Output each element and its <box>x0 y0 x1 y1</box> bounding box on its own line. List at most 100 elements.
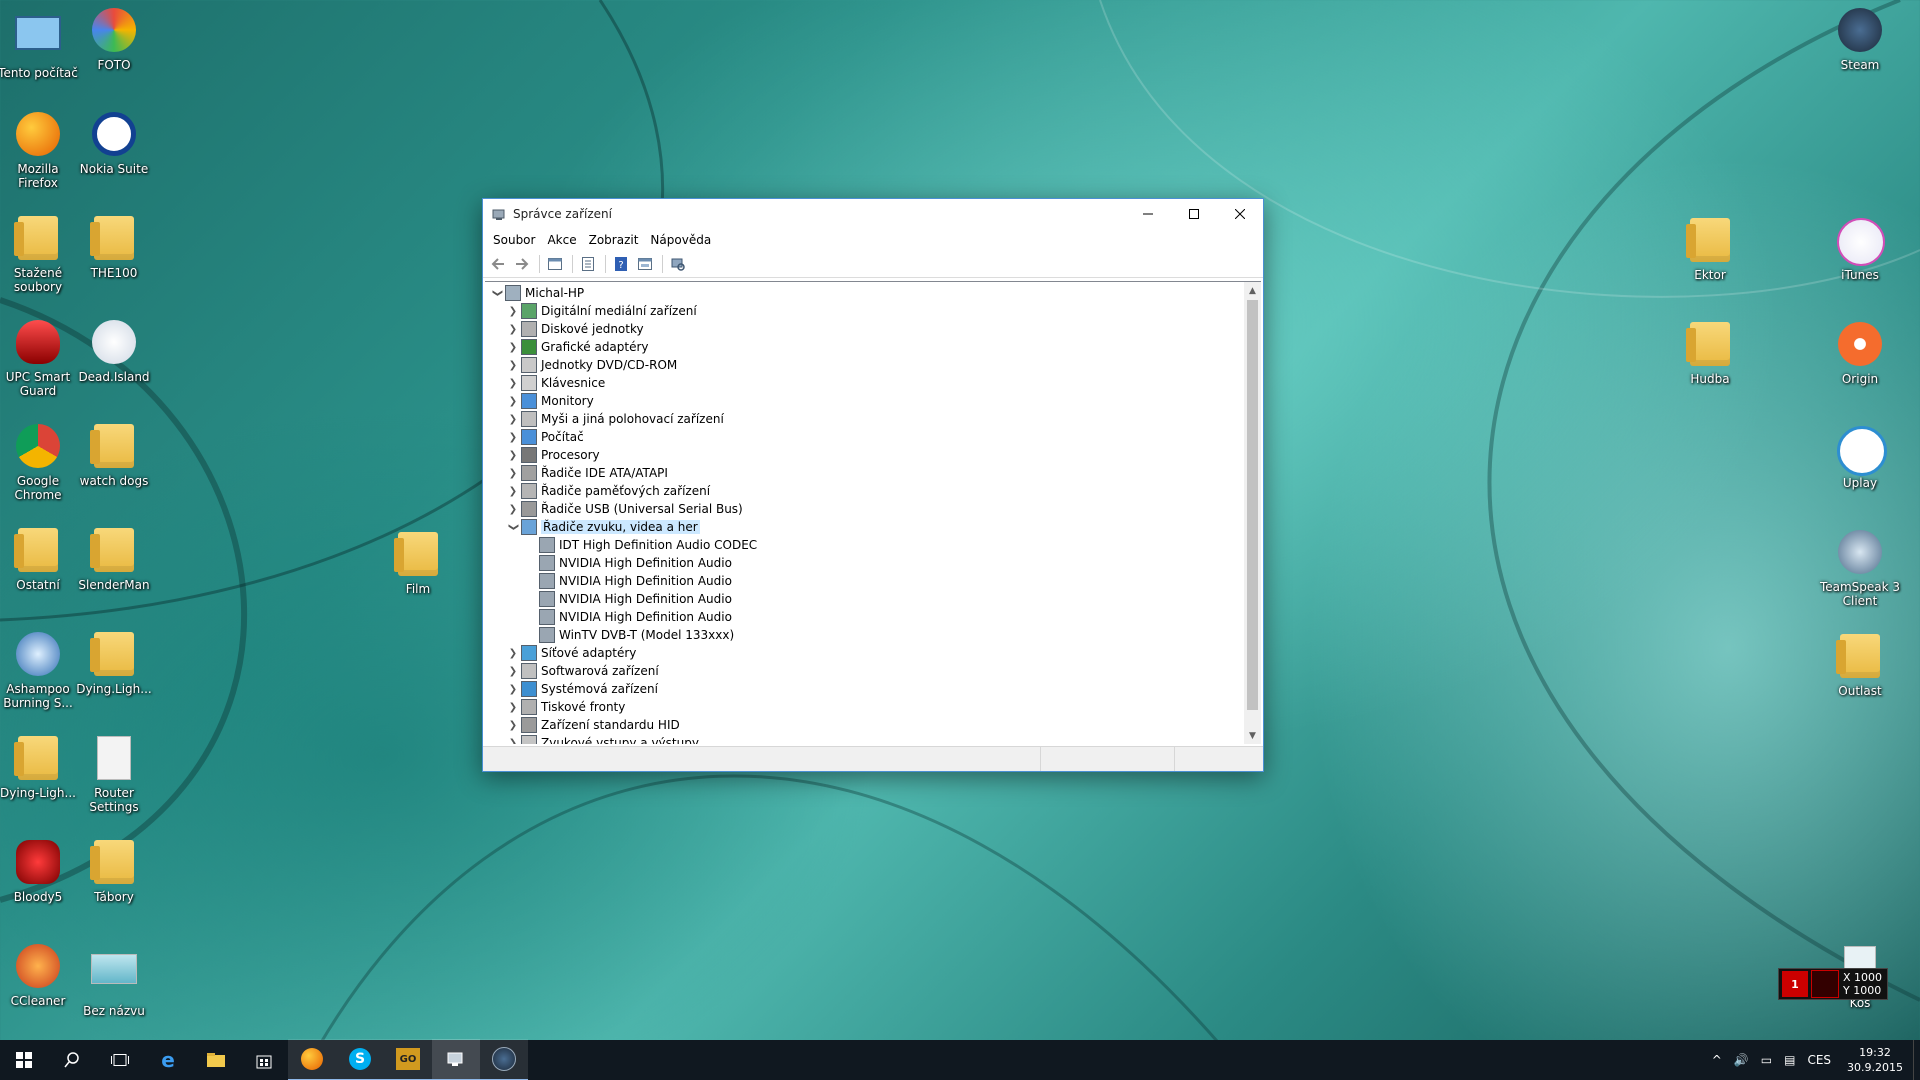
tree-device-item[interactable]: WinTV DVB-T (Model 133xxx) <box>523 626 734 644</box>
tree-category[interactable]: ❯ Jednotky DVD/CD-ROM <box>505 356 677 374</box>
forward-button[interactable] <box>511 253 533 275</box>
taskbar-skype[interactable]: S <box>336 1039 384 1080</box>
tree-device-item[interactable]: IDT High Definition Audio CODEC <box>523 536 757 554</box>
desktop-icon-outlast[interactable]: Outlast <box>1818 634 1902 698</box>
taskbar-store[interactable] <box>240 1040 288 1080</box>
taskbar-device-manager[interactable] <box>432 1039 480 1080</box>
desktop-icon-0[interactable]: Tento počítač <box>0 8 80 80</box>
chevron-right-icon[interactable]: ❯ <box>505 663 521 679</box>
tree-category[interactable]: ❯ Řadiče USB (Universal Serial Bus) <box>505 500 743 518</box>
tree-category[interactable]: ❯ Řadiče IDE ATA/ATAPI <box>505 464 668 482</box>
desktop-icon-1[interactable]: FOTO <box>72 8 156 72</box>
menu-akce[interactable]: Akce <box>541 233 582 247</box>
tree-category[interactable]: ❯ Tiskové fronty <box>505 698 625 716</box>
device-tree[interactable]: ❮ Michal-HP ❯ Digitální mediální zařízení ❯ D… <box>485 282 1244 744</box>
show-hide-console-tree-button[interactable] <box>544 253 566 275</box>
tree-category[interactable]: ❯ Síťové adaptéry <box>505 644 636 662</box>
tree-category[interactable]: ❯ Myši a jiná polohovací zařízení <box>505 410 724 428</box>
desktop-icon-origin[interactable]: Origin <box>1818 322 1902 386</box>
tree-category[interactable]: ❮ Řadiče zvuku, videa a her <box>505 518 700 536</box>
show-hidden-icons-chevron-up-icon[interactable]: ^ <box>1706 1053 1728 1067</box>
desktop-icon-uplay[interactable]: Uplay <box>1818 426 1902 490</box>
desktop-icon-18[interactable]: CCleaner <box>0 944 80 1008</box>
network-icon[interactable]: ▭ <box>1755 1053 1778 1067</box>
menu-napoveda[interactable]: Nápověda <box>644 233 717 247</box>
chevron-right-icon[interactable]: ❯ <box>505 375 521 391</box>
tree-root-computer[interactable]: ❮ Michal-HP <box>489 284 584 302</box>
chevron-right-icon[interactable]: ❯ <box>505 321 521 337</box>
tree-category[interactable]: ❯ Diskové jednotky <box>505 320 644 338</box>
desktop-icon-16[interactable]: Bloody5 <box>0 840 80 904</box>
chevron-right-icon[interactable]: ❯ <box>505 357 521 373</box>
tree-category[interactable]: ❯ Grafické adaptéry <box>505 338 649 356</box>
tree-device-item[interactable]: NVIDIA High Definition Audio <box>523 608 732 626</box>
desktop-icon-hudba[interactable]: Hudba <box>1668 322 1752 386</box>
chevron-right-icon[interactable]: ❯ <box>505 447 521 463</box>
taskbar-steam[interactable] <box>480 1039 528 1080</box>
view-button[interactable] <box>634 253 656 275</box>
menu-soubor[interactable]: Soubor <box>487 233 541 247</box>
desktop-icon-19[interactable]: Bez názvu <box>72 944 156 1018</box>
desktop-icon-ektor[interactable]: Ektor <box>1668 218 1752 282</box>
tree-category[interactable]: ❯ Počítač <box>505 428 584 446</box>
desktop-icon-teamspeak[interactable]: TeamSpeak 3 Client <box>1818 530 1902 608</box>
chevron-right-icon[interactable]: ❯ <box>505 501 521 517</box>
device-manager-window[interactable]: Správce zařízení Soubor Akce Zobrazit Ná… <box>482 198 1264 772</box>
desktop-icon-12[interactable]: Ashampoo Burning S... <box>0 632 80 710</box>
tree-device-item[interactable]: NVIDIA High Definition Audio <box>523 572 732 590</box>
taskbar-firefox[interactable] <box>288 1039 336 1080</box>
help-button[interactable]: ? <box>610 253 632 275</box>
clock[interactable]: 19:32 30.9.2015 <box>1837 1045 1913 1075</box>
search-button[interactable] <box>48 1040 96 1080</box>
desktop-icon-3[interactable]: Nokia Suite <box>72 112 156 176</box>
chevron-right-icon[interactable]: ❯ <box>505 393 521 409</box>
scroll-up-icon[interactable]: ▲ <box>1244 282 1261 299</box>
chevron-right-icon[interactable]: ❯ <box>505 303 521 319</box>
chevron-right-icon[interactable]: ❯ <box>505 681 521 697</box>
back-button[interactable] <box>487 253 509 275</box>
chevron-right-icon[interactable]: ❯ <box>505 339 521 355</box>
tree-category[interactable]: ❯ Klávesnice <box>505 374 605 392</box>
chevron-down-icon[interactable]: ❮ <box>505 519 521 535</box>
desktop-icon-9[interactable]: watch dogs <box>72 424 156 488</box>
tree-category[interactable]: ❯ Monitory <box>505 392 594 410</box>
scan-hardware-changes-button[interactable] <box>667 253 689 275</box>
desktop-icon-8[interactable]: Google Chrome <box>0 424 80 502</box>
desktop-icon-14[interactable]: Dying-Ligh... <box>0 736 80 800</box>
show-desktop-button[interactable] <box>1913 1040 1920 1080</box>
task-view-button[interactable] <box>96 1040 144 1080</box>
chevron-right-icon[interactable]: ❯ <box>505 411 521 427</box>
desktop-icon-2[interactable]: Mozilla Firefox <box>0 112 80 190</box>
tree-category[interactable]: ❯ Systémová zařízení <box>505 680 658 698</box>
chevron-right-icon[interactable]: ❯ <box>505 735 521 745</box>
scroll-down-icon[interactable]: ▼ <box>1244 727 1261 744</box>
desktop-icon-4[interactable]: Stažené soubory <box>0 216 80 294</box>
desktop-icon-17[interactable]: Tábory <box>72 840 156 904</box>
desktop-icon-7[interactable]: Dead.Island <box>72 320 156 384</box>
vertical-scrollbar[interactable]: ▲ ▼ <box>1244 282 1261 744</box>
tree-category[interactable]: ❯ Procesory <box>505 446 600 464</box>
action-center-icon[interactable]: ▤ <box>1778 1053 1801 1067</box>
desktop-icon-11[interactable]: SlenderMan <box>72 528 156 592</box>
desktop-icon-15[interactable]: Router Settings <box>72 736 156 814</box>
minimize-button[interactable] <box>1125 199 1171 229</box>
device-tree-pane[interactable]: ❮ Michal-HP ❯ Digitální mediální zařízení ❯ D… <box>485 281 1261 744</box>
desktop-icon-itunes[interactable]: iTunes <box>1818 218 1902 282</box>
language-indicator[interactable]: CES <box>1801 1053 1837 1067</box>
tree-category[interactable]: ❯ Softwarová zařízení <box>505 662 659 680</box>
desktop-icon-film[interactable]: Film <box>376 532 460 596</box>
chevron-right-icon[interactable]: ❯ <box>505 645 521 661</box>
chevron-right-icon[interactable]: ❯ <box>505 483 521 499</box>
chevron-right-icon[interactable]: ❯ <box>505 465 521 481</box>
properties-button[interactable] <box>577 253 599 275</box>
maximize-button[interactable] <box>1171 199 1217 229</box>
close-button[interactable] <box>1217 199 1263 229</box>
scrollbar-thumb[interactable] <box>1247 300 1258 710</box>
menu-zobrazit[interactable]: Zobrazit <box>583 233 645 247</box>
desktop-icon-6[interactable]: UPC Smart Guard <box>0 320 80 398</box>
volume-icon[interactable]: 🔊 <box>1728 1053 1755 1067</box>
title-bar[interactable]: Správce zařízení <box>483 199 1263 229</box>
tree-device-item[interactable]: NVIDIA High Definition Audio <box>523 554 732 572</box>
chevron-down-icon[interactable]: ❮ <box>489 285 505 301</box>
taskbar-edge[interactable]: e <box>144 1040 192 1080</box>
